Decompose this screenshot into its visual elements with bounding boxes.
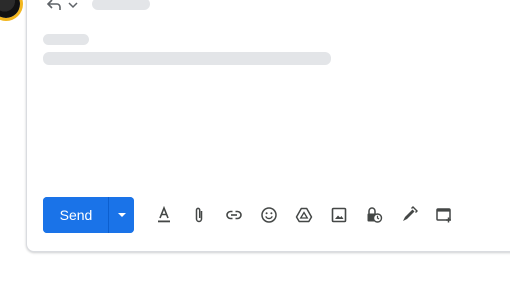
- photo-icon[interactable]: [327, 203, 351, 227]
- signature-pen-icon[interactable]: [397, 203, 421, 227]
- body-placeholder-line: [43, 34, 89, 45]
- text-format-icon[interactable]: [152, 203, 176, 227]
- chevron-down-icon: [68, 1, 78, 9]
- caret-down-icon: [117, 213, 126, 217]
- avatar: [0, 0, 20, 18]
- send-button-group: Send: [43, 197, 134, 233]
- reply-arrow-icon: [46, 0, 62, 12]
- reply-type-selector[interactable]: [46, 0, 78, 12]
- drive-icon[interactable]: [292, 203, 316, 227]
- attach-icon[interactable]: [187, 203, 211, 227]
- confidential-lock-icon[interactable]: [362, 203, 386, 227]
- emoji-icon[interactable]: [257, 203, 281, 227]
- recipient-placeholder[interactable]: [92, 0, 150, 10]
- schedule-calendar-icon[interactable]: [432, 203, 456, 227]
- link-icon[interactable]: [222, 203, 246, 227]
- compose-toolbar: [152, 203, 467, 227]
- send-button[interactable]: Send: [43, 197, 108, 233]
- more-send-options-button[interactable]: [109, 197, 134, 233]
- body-placeholder-line: [43, 52, 331, 65]
